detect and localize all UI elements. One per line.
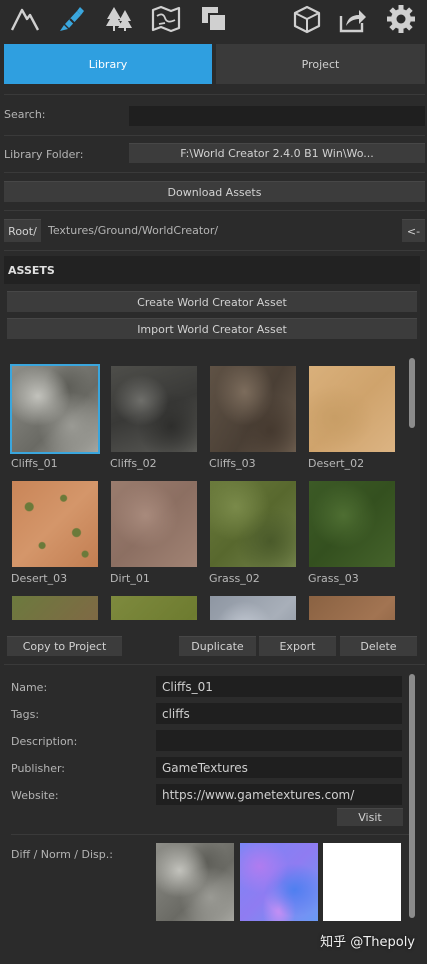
copy-to-project-button[interactable]: Copy to Project [7,636,122,656]
download-assets-button[interactable]: Download Assets [4,181,425,202]
tags-value: cliffs [162,707,190,721]
texture-preview [309,481,395,567]
publisher-value: GameTextures [162,761,248,775]
asset-name: Desert_03 [11,572,68,585]
duplicate-label: Duplicate [191,640,244,653]
normal-map-preview [240,843,318,921]
import-asset-label: Import World Creator Asset [137,322,287,336]
asset-name: Cliffs_02 [110,457,157,470]
texture-preview [12,596,98,620]
name-value: Cliffs_01 [162,680,213,694]
library-folder-label: Library Folder: [4,148,84,161]
divider [4,172,425,173]
download-assets-label: Download Assets [167,185,262,199]
asset-thumbnail-cliffs-02[interactable] [109,364,199,454]
root-label: Root/ [8,224,37,238]
texture-preview [210,481,296,567]
website-label: Website: [11,789,59,802]
divider [4,94,425,95]
current-path: Textures/Ground/WorldCreator/ [48,224,219,237]
asset-thumbnail-desert-03[interactable] [10,479,100,569]
library-folder-value: F:\World Creator 2.4.0 B1 Win\Wo... [180,147,374,160]
mountain-icon[interactable] [10,4,40,34]
asset-thumbnail-desert-02[interactable] [307,364,397,454]
tab-library-label: Library [88,57,128,71]
share-icon[interactable] [338,4,368,34]
asset-name: Desert_02 [308,457,365,470]
divider [4,250,425,251]
copy-to-project-label: Copy to Project [22,640,107,653]
back-button[interactable]: <- [402,219,425,242]
duplicate-button[interactable]: Duplicate [179,636,256,656]
asset-thumbnail-cliffs-01[interactable] [10,364,100,454]
displacement-map-preview [323,843,401,921]
tags-label: Tags: [11,708,40,721]
back-label: <- [406,224,421,238]
delete-label: Delete [360,640,397,653]
map-icon[interactable] [151,4,181,34]
asset-thumbnail[interactable] [10,594,100,620]
asset-thumbnail-cliffs-03[interactable] [208,364,298,454]
assets-header: ASSETS [4,256,420,284]
library-folder-field[interactable]: F:\World Creator 2.4.0 B1 Win\Wo... [129,143,425,163]
texture-preview [111,481,197,567]
create-asset-label: Create World Creator Asset [137,295,287,309]
description-label: Description: [11,735,78,748]
texture-preview [12,366,98,452]
description-field[interactable] [156,730,402,751]
asset-thumbnail-grass-02[interactable] [208,479,298,569]
assets-header-label: ASSETS [8,264,55,277]
asset-name: Cliffs_03 [209,457,256,470]
export-button[interactable]: Export [259,636,336,656]
texture-preview [12,481,98,567]
tab-project-label: Project [301,57,340,71]
website-value: https://www.gametextures.com/ [162,788,355,802]
grid-scrollbar[interactable] [409,358,415,428]
texture-preview [210,366,296,452]
cube-icon[interactable] [292,4,322,34]
asset-thumbnail-grass-03[interactable] [307,479,397,569]
tags-field[interactable] [156,703,402,724]
delete-button[interactable]: Delete [340,636,417,656]
texture-preview [111,596,197,620]
gear-icon[interactable] [386,4,416,34]
visit-button[interactable]: Visit [337,808,403,826]
create-asset-button[interactable]: Create World Creator Asset [7,291,417,312]
texture-preview [111,366,197,452]
divider [4,210,425,211]
divider [4,664,425,665]
import-asset-button[interactable]: Import World Creator Asset [7,318,417,339]
texture-preview [309,366,395,452]
search-label: Search: [4,108,46,121]
tab-library[interactable]: Library [4,44,212,84]
maps-label: Diff / Norm / Disp.: [11,848,113,861]
publisher-label: Publisher: [11,762,66,775]
asset-thumbnail[interactable] [307,594,397,620]
asset-name: Grass_03 [308,572,359,585]
visit-label: Visit [358,811,382,824]
asset-name: Dirt_01 [110,572,150,585]
asset-thumbnail-dirt-01[interactable] [109,479,199,569]
asset-thumbnail[interactable] [208,594,298,620]
trees-icon[interactable] [104,4,134,34]
divider [11,834,409,835]
asset-name: Cliffs_01 [11,457,58,470]
divider [4,135,425,136]
tab-project[interactable]: Project [216,44,425,84]
brush-icon[interactable] [56,4,86,34]
details-scrollbar[interactable] [409,674,415,918]
asset-grid: Cliffs_01 Cliffs_02 Cliffs_03 Desert_02 … [4,352,420,620]
asset-name: Grass_02 [209,572,260,585]
diffuse-map-preview [156,843,234,921]
copy-icon[interactable] [199,4,229,34]
export-label: Export [279,640,316,653]
texture-preview [309,596,395,620]
name-label: Name: [11,681,48,694]
texture-preview [210,596,296,620]
asset-thumbnail[interactable] [109,594,199,620]
watermark: 知乎 @Thepoly [320,935,415,950]
toolbar [0,0,427,40]
search-input[interactable] [129,106,425,126]
root-button[interactable]: Root/ [4,219,41,242]
